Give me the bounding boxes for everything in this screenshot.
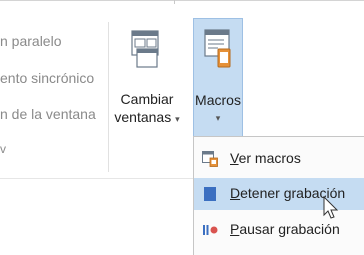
group-separator [108,22,109,172]
ribbon-bottom-border [0,178,195,179]
switch-windows-button[interactable]: Cambiar ventanas ▾ [114,20,180,155]
mouse-cursor-icon [323,196,339,219]
macros-icon [204,29,231,68]
side-by-side-option[interactable]: n paralelo [0,33,62,49]
stop-recording-icon [204,187,216,201]
window-group-truncated: n paralelo ento sincrónico n de la venta… [0,0,108,180]
macros-label: Macros ▾ [194,91,242,127]
macros-button[interactable]: Macros ▾ [193,18,243,138]
sync-scroll-option[interactable]: ento sincrónico [0,70,94,86]
ribbon-tab-tick [174,0,175,4]
pause-recording-icon [203,225,218,235]
menu-item-view-macros[interactable]: Ver macros [194,143,364,175]
switch-windows-label: Cambiar ventanas ▾ [114,91,180,125]
chevron-down-icon: ▾ [175,114,180,124]
ribbon: n paralelo ento sincrónico n de la venta… [0,0,364,255]
switch-windows-icon [131,30,159,68]
view-macros-icon [202,151,218,167]
chevron-down-icon: ▾ [215,113,221,123]
reset-window-option[interactable]: n de la ventana [0,106,96,122]
group-dialog-fragment: v [0,142,6,156]
